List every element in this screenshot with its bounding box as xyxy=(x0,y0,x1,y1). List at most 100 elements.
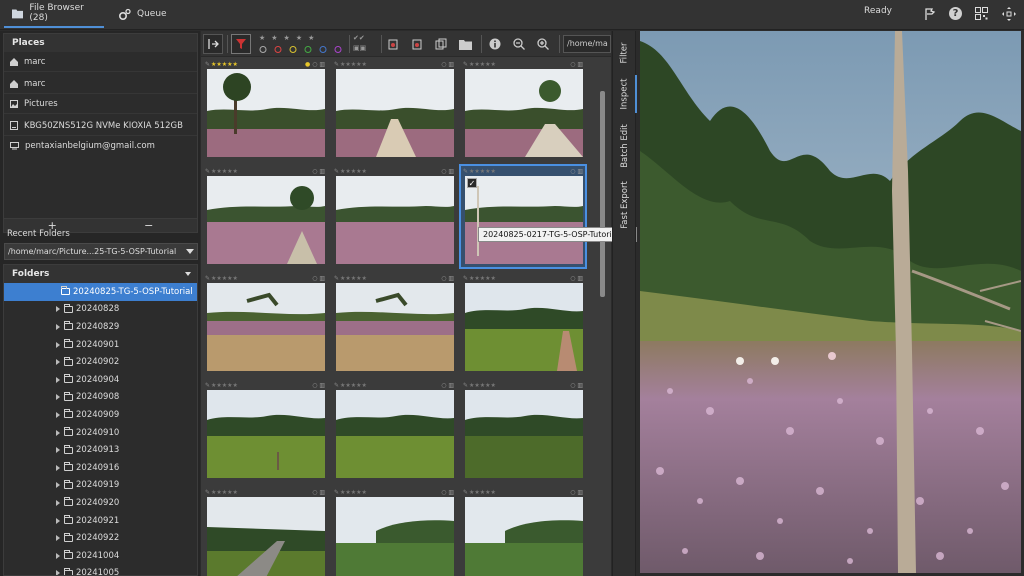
folder-item[interactable]: 20240904 xyxy=(4,371,197,389)
folder-item[interactable]: 20240902 xyxy=(4,353,197,371)
thumbnail-actions[interactable]: ○ ▥ xyxy=(570,275,583,282)
rating-stars[interactable]: ★★★★★ xyxy=(469,275,496,282)
thumbnail-actions[interactable]: ○ ▥ xyxy=(570,61,583,68)
thumbnail[interactable]: ✎ ★★★★★ ○ ▥ xyxy=(332,166,456,267)
thumbnail-actions[interactable]: ○ ▥ xyxy=(312,275,325,282)
expand-arrow-icon[interactable] xyxy=(56,447,60,454)
recent-folders-select[interactable]: /home/marc/Picture...25-TG-5-OSP-Tutoria… xyxy=(4,243,198,260)
rating-stars[interactable]: ★★★★★ xyxy=(469,168,496,175)
rating-stars[interactable]: ★★★★★ xyxy=(469,61,496,68)
info-icon[interactable] xyxy=(489,34,501,54)
folder-item[interactable]: 20240919 xyxy=(4,477,197,495)
tab-fast-export[interactable]: Fast Export xyxy=(613,177,637,233)
thumbnail-actions[interactable]: ○ ▥ xyxy=(441,382,454,389)
expand-arrow-icon[interactable] xyxy=(56,482,60,489)
place-drive[interactable]: KBG50ZNS512G NVMe KIOXIA 512GB xyxy=(4,116,197,136)
move-icon[interactable] xyxy=(1001,6,1016,21)
edited-filter-icon[interactable]: ✔✔ xyxy=(353,34,365,42)
folder-item[interactable]: 20240913 xyxy=(4,441,197,459)
rating-stars[interactable]: ★★★★★ xyxy=(340,382,367,389)
thumbnail[interactable]: ✎ ★★★★★ ○ ▥ xyxy=(461,273,585,374)
thumbnail[interactable]: ✎ ★★★★★ ○ ▥ xyxy=(332,59,456,160)
thumbnail[interactable]: ✎ ★★★★★ ○ ▥ xyxy=(332,487,456,576)
expand-arrow-icon[interactable] xyxy=(56,429,60,436)
rating-stars[interactable]: ★★★★★ xyxy=(211,61,238,68)
folder-open-action-icon[interactable] xyxy=(459,34,472,54)
rating-filter-stars[interactable]: ★★★★★ xyxy=(259,34,320,42)
filter-toggle-button[interactable] xyxy=(231,34,251,54)
rating-stars[interactable]: ★★★★★ xyxy=(211,382,238,389)
color-label-filters[interactable] xyxy=(259,45,349,54)
folder-item[interactable]: 20240921 xyxy=(4,512,197,530)
folder-item[interactable]: 20240908 xyxy=(4,389,197,407)
rating-stars[interactable]: ★★★★★ xyxy=(211,168,238,175)
thumbnail-actions[interactable]: ● ○ ▥ xyxy=(305,61,325,68)
rating-stars[interactable]: ★★★★★ xyxy=(469,382,496,389)
zoom-out-icon[interactable] xyxy=(513,34,525,54)
thumbnail[interactable]: ✎ ★★★★★ ○ ▥ xyxy=(203,487,327,576)
place-cloud-account[interactable]: pentaxianbelgium@gmail.com xyxy=(4,136,197,156)
copy-icon[interactable] xyxy=(435,34,447,54)
thumbnail-actions[interactable]: ○ ▥ xyxy=(570,168,583,175)
rating-stars[interactable]: ★★★★★ xyxy=(211,489,238,496)
expand-arrow-icon[interactable] xyxy=(56,376,60,383)
expand-arrow-icon[interactable] xyxy=(56,359,60,366)
expand-arrow-icon[interactable] xyxy=(56,411,60,418)
selection-check-icon[interactable]: ✓ xyxy=(467,178,477,188)
expand-arrow-icon[interactable] xyxy=(56,535,60,542)
thumbnail-actions[interactable]: ○ ▥ xyxy=(441,168,454,175)
expand-arrow-icon[interactable] xyxy=(56,499,60,506)
thumbnail-actions[interactable]: ○ ▥ xyxy=(570,489,583,496)
rating-stars[interactable]: ★★★★★ xyxy=(340,61,367,68)
expand-arrow-icon[interactable] xyxy=(56,552,60,559)
folder-item[interactable]: 20240910 xyxy=(4,424,197,442)
toggle-left-panel-button[interactable] xyxy=(203,34,223,54)
trash-filter-icon[interactable] xyxy=(387,34,399,54)
folder-item[interactable]: 20240916 xyxy=(4,459,197,477)
thumbnail[interactable]: ✎ ★★★★★ ● ○ ▥ xyxy=(203,59,327,160)
thumbnail-actions[interactable]: ○ ▥ xyxy=(441,489,454,496)
flag-arrow-icon[interactable] xyxy=(922,6,937,21)
folder-item[interactable]: 20241005 xyxy=(4,565,197,575)
thumbnail-actions[interactable]: ○ ▥ xyxy=(312,489,325,496)
saved-filter-icon[interactable]: ▣▣ xyxy=(353,44,366,52)
folder-item[interactable]: 20240922 xyxy=(4,529,197,547)
thumbnail[interactable]: ✎ ★★★★★ ○ ▥ xyxy=(461,380,585,481)
rating-stars[interactable]: ★★★★★ xyxy=(340,275,367,282)
tab-file-browser[interactable]: File Browser (28) xyxy=(4,0,104,28)
zoom-in-icon[interactable] xyxy=(537,34,549,54)
place-home-2[interactable]: marc xyxy=(4,74,197,94)
rating-stars[interactable]: ★★★★★ xyxy=(469,489,496,496)
thumbnail-actions[interactable]: ○ ▥ xyxy=(441,275,454,282)
thumbnail[interactable]: ✎ ★★★★★ ○ ▥ xyxy=(203,273,327,374)
rating-stars[interactable]: ★★★★★ xyxy=(340,489,367,496)
thumbnail[interactable]: ✎ ★★★★★ ○ ▥ xyxy=(461,487,585,576)
thumbnail-actions[interactable]: ○ ▥ xyxy=(570,382,583,389)
expand-arrow-icon[interactable] xyxy=(56,341,60,348)
thumbnail-scrollbar[interactable] xyxy=(600,59,606,569)
inspect-preview[interactable] xyxy=(640,31,1021,573)
tab-batch-edit[interactable]: Batch Edit xyxy=(613,119,637,173)
expand-arrow-icon[interactable] xyxy=(56,306,60,313)
rating-stars[interactable]: ★★★★★ xyxy=(340,168,367,175)
tab-queue[interactable]: Queue xyxy=(110,0,175,28)
thumbnail[interactable]: ✎ ★★★★★ ○ ▥ xyxy=(203,380,327,481)
thumbnail[interactable]: ✎ ★★★★★ ○ ▥ xyxy=(461,59,585,160)
thumbnail[interactable]: ✎ ★★★★★ ○ ▥ xyxy=(332,273,456,374)
thumbnail[interactable]: ✎ ★★★★★ ○ ▥ ✓ xyxy=(459,164,587,269)
thumbnail[interactable]: ✎ ★★★★★ ○ ▥ xyxy=(332,380,456,481)
path-input[interactable]: /home/ma xyxy=(563,35,611,53)
folder-item[interactable]: 20240829 xyxy=(4,318,197,336)
thumbnail-actions[interactable]: ○ ▥ xyxy=(312,168,325,175)
thumbnail-actions[interactable]: ○ ▥ xyxy=(312,382,325,389)
folder-selected[interactable]: 20240825-TG-5-OSP-Tutorial xyxy=(4,283,197,301)
delete-marked-icon[interactable] xyxy=(411,34,423,54)
expand-arrow-icon[interactable] xyxy=(56,464,60,471)
folder-item[interactable]: 20240828 xyxy=(4,301,197,319)
tab-inspect[interactable]: Inspect xyxy=(613,75,637,113)
folder-item[interactable]: 20240920 xyxy=(4,494,197,512)
rating-stars[interactable]: ★★★★★ xyxy=(211,275,238,282)
folder-item[interactable]: 20240901 xyxy=(4,336,197,354)
place-home-1[interactable]: marc xyxy=(4,52,197,72)
qr-grid-icon[interactable] xyxy=(974,6,989,21)
